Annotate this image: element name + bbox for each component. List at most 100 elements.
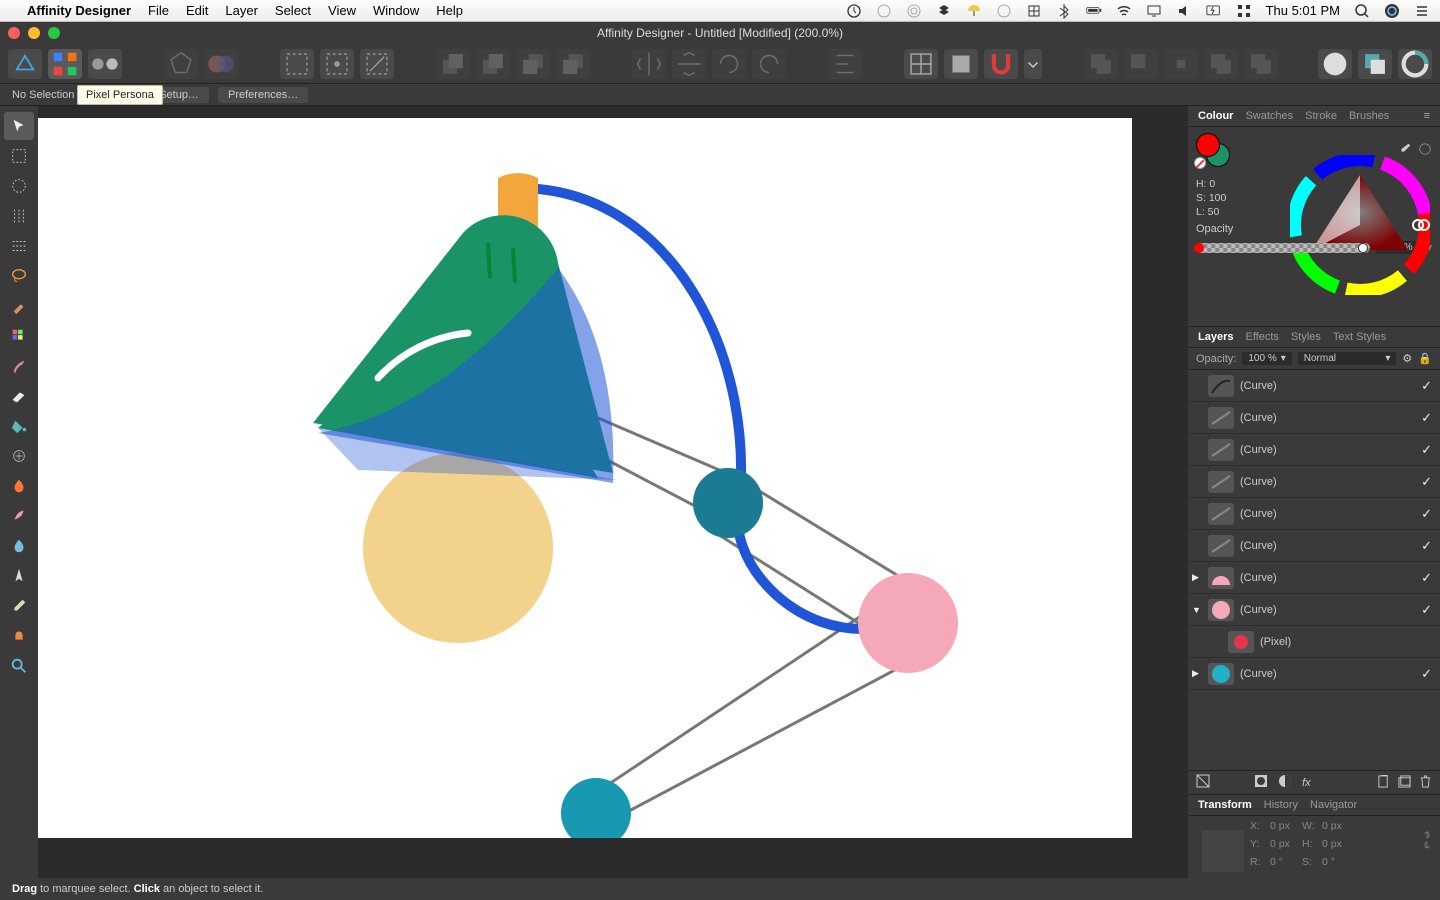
layer-opacity-icon[interactable] [1196,774,1210,791]
transform-x-field[interactable]: 0 px [1270,820,1298,832]
transform-h-field[interactable]: 0 px [1322,838,1350,850]
toolbar-flip-v-button[interactable] [672,49,706,79]
delete-layer-icon[interactable] [1419,775,1432,791]
layer-row[interactable]: (Curve)✓ [1188,530,1440,562]
color-picker-tool[interactable] [4,592,34,620]
spotlight-icon[interactable] [1354,3,1370,19]
link-dimensions-icon[interactable] [1422,830,1432,853]
layer-expand-icon[interactable]: ▼ [1192,605,1202,615]
menubar-clock[interactable]: Thu 5:01 PM [1266,3,1340,18]
menu-edit[interactable]: Edit [186,3,208,18]
lasso-tool[interactable] [4,262,34,290]
window-close-button[interactable] [8,27,20,39]
layer-row[interactable]: ▶(Curve)✓ [1188,658,1440,690]
status-charge-icon[interactable] [1206,3,1222,19]
designer-persona-button[interactable] [8,49,42,79]
view-tool[interactable] [4,622,34,650]
toolbar-rotate-cw-button[interactable] [752,49,786,79]
menu-view[interactable]: View [328,3,356,18]
pixel-tool[interactable] [4,442,34,470]
layer-blend-dropdown[interactable]: Normal▾ [1298,352,1397,365]
toolbar-flip-h-button[interactable] [632,49,666,79]
layer-visibility-checkbox[interactable]: ✓ [1421,666,1432,682]
layer-row[interactable]: ▶(Curve)✓ [1188,562,1440,594]
status-bluetooth-icon[interactable] [1056,3,1072,19]
tab-navigator[interactable]: Navigator [1310,799,1357,811]
notification-center-icon[interactable] [1414,3,1430,19]
toolbar-insert-top-button[interactable] [1398,49,1432,79]
status-wifi-icon[interactable] [1116,3,1132,19]
toolbar-boolean-intersect-button[interactable] [1164,49,1198,79]
menu-file[interactable]: File [148,3,169,18]
layer-visibility-checkbox[interactable]: ✓ [1421,378,1432,394]
transform-s-field[interactable]: 0 ° [1322,856,1350,868]
canvas[interactable] [38,118,1132,838]
pixel-persona-button[interactable] [48,49,82,79]
layer-visibility-checkbox[interactable]: ✓ [1421,538,1432,554]
status-box-icon[interactable] [1026,3,1042,19]
toolbar-selection-transform-button[interactable] [360,49,394,79]
status-display-icon[interactable] [1146,3,1162,19]
transform-anchor-selector[interactable] [1202,830,1244,872]
menu-select[interactable]: Select [275,3,311,18]
layer-visibility-checkbox[interactable]: ✓ [1421,410,1432,426]
layer-row[interactable]: (Curve)✓ [1188,402,1440,434]
menu-layer[interactable]: Layer [225,3,258,18]
toolbar-boolean-subtract-button[interactable] [1124,49,1158,79]
layer-row[interactable]: ▼(Curve)✓ [1188,594,1440,626]
tab-stroke[interactable]: Stroke [1305,110,1337,122]
transform-w-field[interactable]: 0 px [1322,820,1350,832]
toolbar-insert-behind-button[interactable] [1358,49,1392,79]
tab-styles[interactable]: Styles [1291,331,1321,343]
toolbar-rotate-ccw-button[interactable] [712,49,746,79]
window-minimize-button[interactable] [28,27,40,39]
tab-text-styles[interactable]: Text Styles [1333,331,1386,343]
layer-cog-icon[interactable]: ⚙ [1402,352,1412,365]
toolbar-shape-button[interactable] [164,49,198,79]
color-wheel[interactable] [1290,155,1430,295]
toolbar-snap-grid-button[interactable] [904,49,938,79]
layer-visibility-checkbox[interactable]: ✓ [1421,474,1432,490]
erase-brush-tool[interactable] [4,382,34,410]
status-umbrella-icon[interactable] [966,3,982,19]
toolbar-order-back-button[interactable] [436,49,470,79]
layer-row[interactable]: (Pixel) [1188,626,1440,658]
status-sync-icon[interactable] [846,3,862,19]
menu-window[interactable]: Window [373,3,419,18]
toolbar-fx-button[interactable] [204,49,238,79]
zoom-tool[interactable] [4,652,34,680]
opacity-slider[interactable] [1196,243,1370,253]
adjustment-icon[interactable] [1278,774,1292,791]
canvas-viewport[interactable] [38,118,1186,878]
dodge-tool[interactable] [4,472,34,500]
ellipse-marquee-tool[interactable] [4,172,34,200]
toolbar-boolean-divide-button[interactable] [1244,49,1278,79]
fx-icon[interactable]: fx [1302,777,1311,789]
sharpen-tool[interactable] [4,562,34,590]
tab-effects[interactable]: Effects [1245,331,1278,343]
toolbar-order-front-button[interactable] [556,49,590,79]
app-menu[interactable]: Affinity Designer [27,3,131,18]
tab-layers[interactable]: Layers [1198,331,1233,343]
tab-brushes[interactable]: Brushes [1349,110,1389,122]
layer-visibility-checkbox[interactable]: ✓ [1421,506,1432,522]
layer-visibility-checkbox[interactable]: ✓ [1421,442,1432,458]
layer-expand-icon[interactable]: ▶ [1192,668,1202,679]
color-swatch-selector[interactable] [1196,133,1230,167]
layer-expand-icon[interactable]: ▶ [1192,572,1202,583]
transform-r-field[interactable]: 0 ° [1270,856,1298,868]
add-layer-icon[interactable] [1377,775,1390,791]
siri-icon[interactable] [1384,3,1400,19]
move-tool[interactable] [4,112,34,140]
column-marquee-tool[interactable] [4,202,34,230]
toolbar-boolean-add-button[interactable] [1084,49,1118,79]
status-globe-icon[interactable] [876,3,892,19]
status-circle-icon[interactable] [996,3,1012,19]
colour-panel-menu-icon[interactable]: ≡ [1424,110,1430,122]
window-zoom-button[interactable] [48,27,60,39]
flood-fill-tool[interactable] [4,412,34,440]
layer-visibility-checkbox[interactable]: ✓ [1421,602,1432,618]
toolbar-selection-all-button[interactable] [280,49,314,79]
toolbar-selection-center-button[interactable] [320,49,354,79]
flood-select-tool[interactable] [4,322,34,350]
